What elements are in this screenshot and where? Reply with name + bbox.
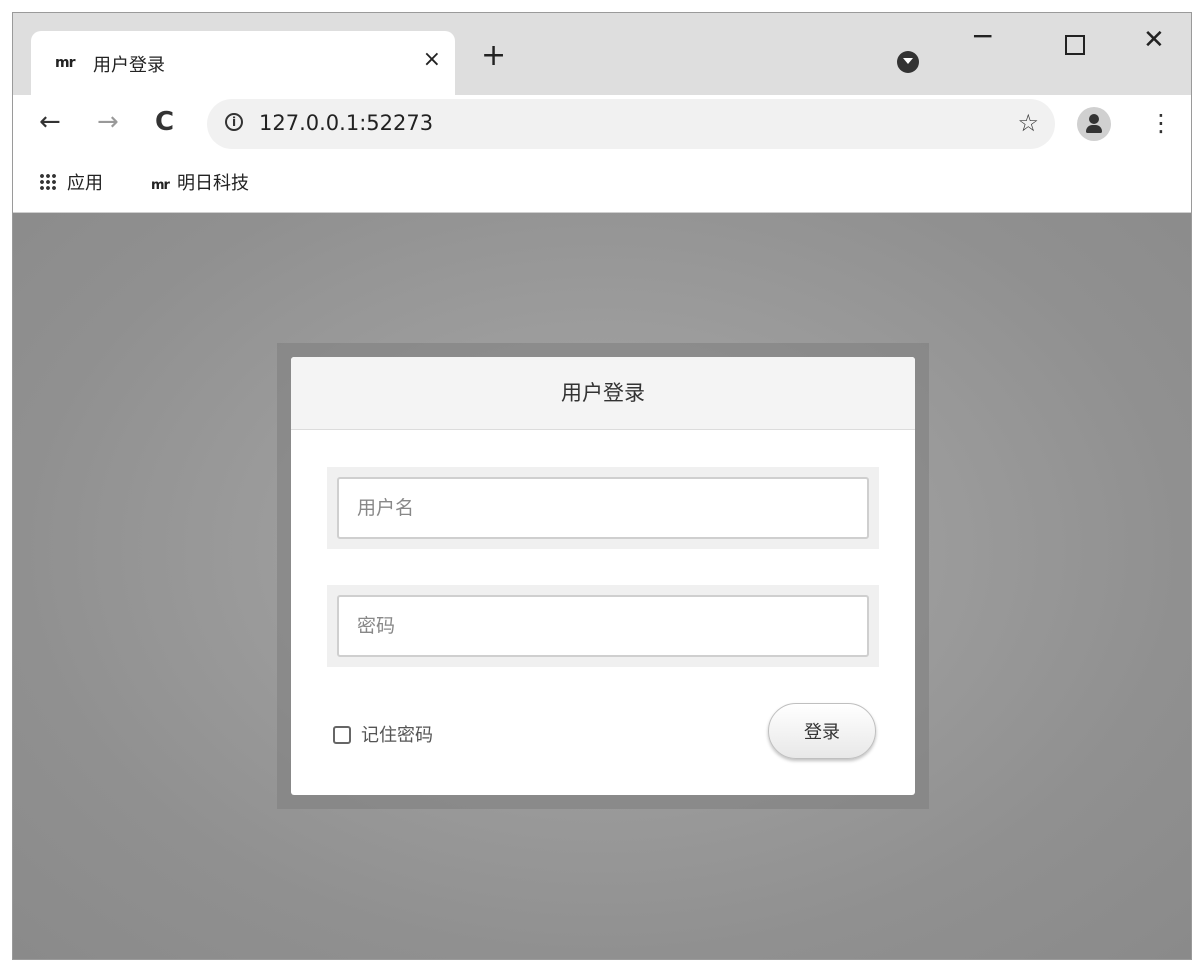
- tab-strip: mr 用户登录 × + − ✕: [13, 13, 1191, 95]
- more-menu-icon[interactable]: ⋮: [1149, 109, 1173, 137]
- tab-favicon-icon: mr: [55, 55, 75, 71]
- maximize-button[interactable]: [1065, 35, 1085, 55]
- minimize-button[interactable]: −: [971, 19, 994, 52]
- forward-arrow-icon[interactable]: →: [97, 107, 119, 137]
- site-info-icon[interactable]: i: [225, 113, 243, 131]
- tab-title: 用户登录: [93, 55, 165, 76]
- username-field-wrapper: [327, 467, 879, 549]
- bookmark-star-icon[interactable]: ☆: [1017, 109, 1039, 137]
- browser-toolbar: ← → C i 127.0.0.1:52273 ☆ ⋮: [13, 95, 1191, 153]
- tab-search-icon[interactable]: [897, 51, 919, 73]
- window-close-button[interactable]: ✕: [1143, 25, 1165, 55]
- bookmarks-bar: 应用 mr 明日科技: [13, 153, 1191, 213]
- page-content: 用户登录 记住密码 登录: [13, 213, 1191, 959]
- address-url[interactable]: 127.0.0.1:52273: [259, 111, 433, 135]
- address-bar[interactable]: i 127.0.0.1:52273 ☆: [207, 99, 1055, 149]
- tab-active[interactable]: mr 用户登录 ×: [31, 31, 455, 95]
- checkbox-icon[interactable]: [333, 726, 351, 744]
- new-tab-button[interactable]: +: [481, 41, 506, 71]
- profile-avatar-icon[interactable]: [1077, 107, 1111, 141]
- bookmark-apps[interactable]: 应用: [39, 169, 103, 195]
- reload-icon[interactable]: C: [155, 107, 174, 137]
- tab-close-icon[interactable]: ×: [423, 47, 441, 72]
- remember-password-checkbox[interactable]: 记住密码: [333, 721, 433, 747]
- username-input[interactable]: [337, 477, 869, 539]
- bookmark-mingri-label: 明日科技: [176, 173, 249, 194]
- mingri-logo-icon: mr: [151, 178, 170, 193]
- bookmark-mingri[interactable]: mr 明日科技: [151, 169, 249, 195]
- login-button[interactable]: 登录: [768, 703, 876, 759]
- apps-grid-icon: [39, 173, 57, 191]
- bookmark-apps-label: 应用: [67, 173, 103, 194]
- remember-password-label: 记住密码: [361, 725, 433, 746]
- password-field-wrapper: [327, 585, 879, 667]
- login-card: 用户登录 记住密码 登录: [291, 357, 915, 795]
- browser-window: mr 用户登录 × + − ✕ ← → C i 127.0.0.1:52273 …: [12, 12, 1192, 960]
- password-input[interactable]: [337, 595, 869, 657]
- login-title: 用户登录: [291, 357, 915, 430]
- back-arrow-icon[interactable]: ←: [39, 107, 61, 137]
